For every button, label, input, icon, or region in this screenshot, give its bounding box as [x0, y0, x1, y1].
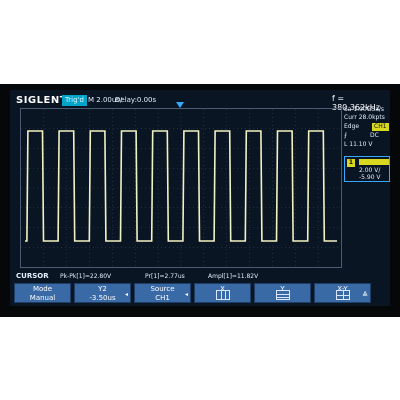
softkey-bar: Mode Manual Y2 -3.50us ◂ Source CH1 ◂ X … — [14, 283, 388, 304]
trigger-type-label: Edge — [344, 123, 360, 130]
measure-amplitude: Ampl[1]=11.82V — [208, 273, 259, 280]
softkey-label: Mode — [32, 285, 53, 293]
menu-toggle-icon[interactable]: ⩓ — [351, 286, 379, 302]
adjust-arrow-icon: ◂ — [184, 291, 188, 298]
adjust-arrow-icon: ◂ — [124, 291, 128, 298]
softkey-value: Manual — [29, 294, 56, 302]
measure-pkpk: Pk-Pk[1]=22.80V — [60, 273, 112, 280]
channel-scale: 2.00 V/ — [359, 167, 381, 174]
sample-rate: Sa 1.00GSa/s — [344, 106, 385, 113]
rising-edge-icon: ⨏ — [344, 132, 348, 139]
y2-softkey[interactable]: Y2 -3.50us ◂ — [74, 283, 131, 303]
measurement-bar: CURSOR Pk-Pk[1]=22.80V Pr[1]=2.77us Ampl… — [10, 272, 390, 281]
source-softkey[interactable]: Source CH1 ◂ — [134, 283, 191, 303]
waveform-graticule — [21, 109, 341, 267]
x-cursor-softkey[interactable]: X — [194, 283, 251, 303]
x-cursor-icon — [215, 290, 230, 300]
trigger-state-badge: Trig'd — [62, 95, 87, 106]
softkey-value: CH1 — [155, 294, 170, 302]
right-status-panel: Sa 1.00GSa/s Curr 28.0kpts Edge CH1 ⨏ DC… — [344, 106, 390, 184]
y-cursor-icon — [275, 290, 290, 300]
measure-period: Pr[1]=2.77us — [145, 273, 185, 280]
trigger-source-badge: CH1 — [372, 123, 389, 131]
xy-cursor-icon — [335, 290, 350, 300]
softkey-label: Y2 — [98, 285, 107, 293]
trigger-slope-coupling: ⨏ DC — [344, 132, 390, 140]
oscilloscope-screen: SIGLENT Trig'd M 2.00us/ Delay:0.00s f =… — [10, 90, 390, 306]
channel-color-chip — [359, 159, 389, 165]
memory-depth: Curr 28.0kpts — [344, 114, 385, 121]
brand-logo: SIGLENT — [16, 95, 68, 106]
trigger-coupling: DC — [370, 132, 379, 139]
mode-softkey[interactable]: Mode Manual — [14, 283, 71, 303]
trigger-type: Edge CH1 — [344, 123, 390, 131]
waveform-display[interactable] — [20, 108, 342, 268]
softkey-label: Source — [150, 285, 175, 293]
trigger-level: L 11.10 V — [344, 141, 373, 148]
measure-mode-label: CURSOR — [16, 272, 49, 280]
y-cursor-softkey[interactable]: Y — [254, 283, 311, 303]
channel-1-info[interactable]: 1 2.00 V/ -5.90 V — [344, 156, 390, 182]
delay-readout: Delay:0.00s — [115, 96, 157, 104]
channel-offset: -5.90 V — [359, 174, 381, 181]
softkey-value: -3.50us — [89, 294, 116, 302]
channel-number: 1 — [347, 159, 355, 167]
